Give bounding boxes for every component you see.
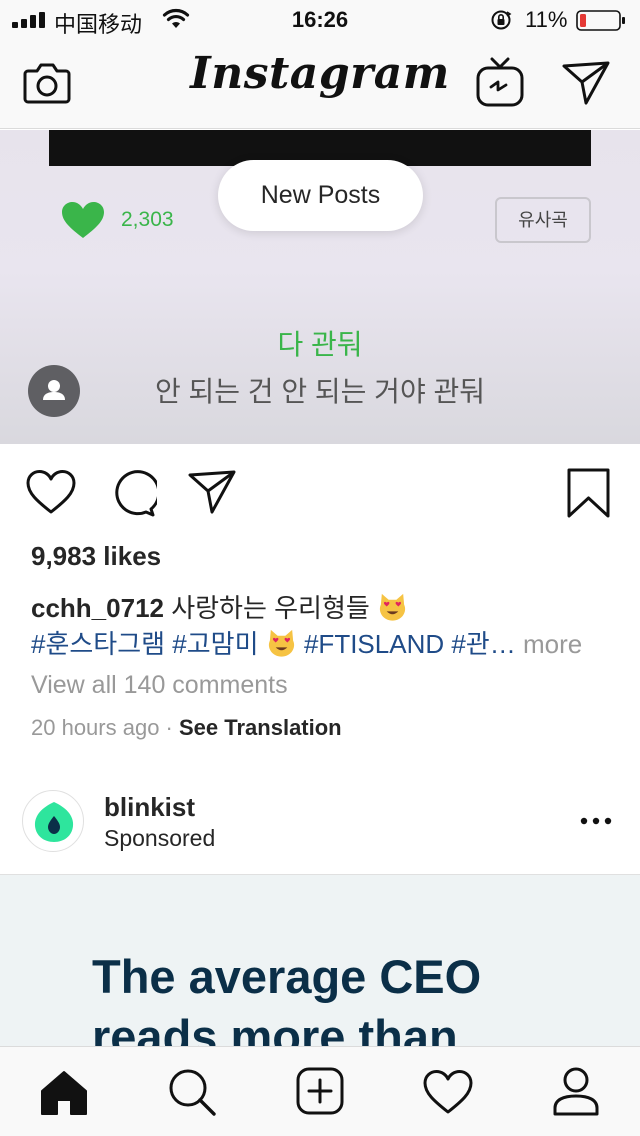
new-posts-button[interactable]: New Posts (218, 160, 423, 231)
caption-username[interactable]: cchh_0712 (31, 593, 164, 623)
profile-icon[interactable] (552, 1066, 600, 1116)
tagged-user-icon[interactable] (28, 365, 80, 417)
search-icon[interactable] (167, 1067, 217, 1117)
see-translation-link[interactable]: See Translation (179, 715, 342, 740)
post-meta-row: 20 hours ago · See Translation (31, 715, 342, 741)
blinkist-logo-icon (34, 802, 74, 842)
post-caption: cchh_0712 사랑하는 우리형들 (31, 588, 408, 625)
top-nav-bar: Instagram (0, 40, 640, 129)
lyric-line-next: 안 되는 건 안 되는 거야 관둬 (154, 376, 486, 407)
camera-icon[interactable] (22, 59, 72, 107)
blinkist-avatar[interactable] (22, 790, 84, 852)
hashtag-links[interactable]: #훈스타그램 #고맘미 (31, 629, 259, 659)
comment-icon[interactable] (107, 469, 157, 517)
view-comments-link[interactable]: View all 140 comments (31, 671, 288, 700)
battery-icon (576, 10, 625, 31)
ad-headline: The average CEO reads more than (92, 950, 482, 1046)
share-icon[interactable] (188, 470, 236, 514)
activity-heart-icon[interactable] (423, 1069, 473, 1115)
sponsored-post-image[interactable]: The average CEO reads more than (0, 874, 640, 1046)
post-timestamp: 20 hours ago (31, 715, 160, 740)
add-post-icon[interactable] (295, 1067, 345, 1115)
instagram-logo: Instagram (190, 48, 450, 99)
heart-eyes-cat-emoji-icon (268, 629, 294, 657)
heart-eyes-cat-emoji-icon (379, 593, 406, 621)
music-like-count: 2,303 (121, 208, 174, 231)
orientation-lock-icon (491, 10, 512, 30)
bookmark-icon[interactable] (566, 468, 611, 518)
battery-percentage: 11% (525, 7, 568, 32)
direct-message-icon[interactable] (561, 60, 611, 106)
caption-more-link[interactable]: more (516, 629, 582, 659)
heart-icon[interactable] (26, 469, 76, 515)
sponsor-account-name[interactable]: blinkist (104, 792, 195, 823)
hashtag-links-more[interactable]: #FTISLAND #관… (297, 629, 516, 659)
home-icon[interactable] (40, 1070, 88, 1116)
user-silhouette-icon (43, 380, 65, 400)
lyric-line-current: 다 관둬 (277, 329, 363, 360)
bottom-tab-bar (0, 1046, 640, 1136)
more-options-icon[interactable] (578, 808, 614, 834)
igtv-icon[interactable] (474, 56, 526, 108)
similar-songs-button: 유사곡 (495, 197, 591, 243)
status-bar: 中国移动 16:26 11% (0, 0, 640, 40)
caption-hashtags: #훈스타그램 #고맘미 #FTISLAND #관… more (31, 624, 582, 661)
green-heart-icon (62, 202, 104, 238)
meta-separator: · (159, 715, 179, 740)
likes-count[interactable]: 9,983 likes (31, 541, 161, 572)
sponsored-label: Sponsored (104, 825, 216, 851)
caption-text: 사랑하는 우리형들 (171, 593, 370, 623)
